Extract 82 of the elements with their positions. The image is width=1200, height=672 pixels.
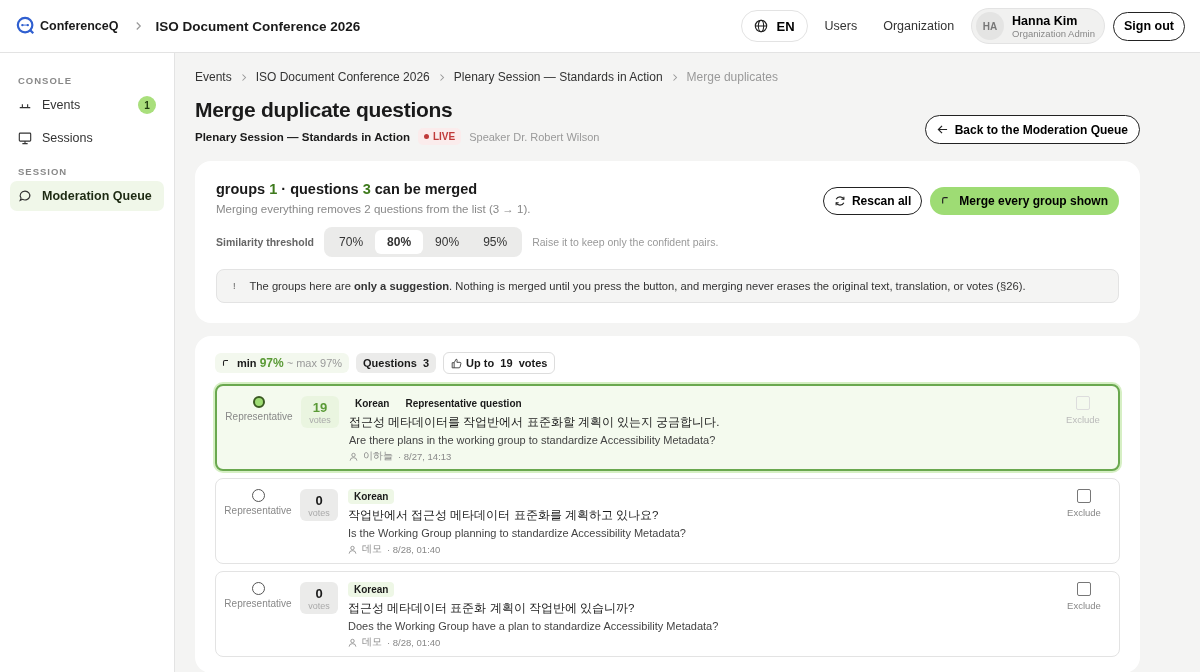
threshold-option[interactable]: 80% [375, 230, 424, 254]
question-text: 작업반에서 접근성 메타데이터 표준화를 계획하고 있나요? [348, 508, 660, 523]
radio-label: Representative [224, 505, 292, 516]
question-translation: Does the Working Group have a plan to standardize Accessibility Metadata? [348, 620, 720, 632]
nav-link[interactable]: Organization [874, 19, 964, 33]
exclude-label: Exclude [1067, 507, 1101, 518]
brand-name[interactable]: ConferenceQ [40, 19, 119, 33]
threshold-hint: Raise it to keep only the confident pairs. [532, 236, 719, 248]
sidebar-item[interactable]: Sessions [10, 123, 164, 153]
exclude-label: Exclude [1066, 414, 1100, 425]
user-name: Hanna Kim [1012, 13, 1079, 28]
radio-label: Representative [224, 598, 292, 609]
speaker-name: Speaker Dr. Robert Wilson [469, 130, 600, 143]
author-name: 데모 [362, 543, 382, 556]
radio-label: Representative [225, 411, 293, 422]
logo-icon [16, 16, 36, 36]
representative-radio[interactable] [253, 396, 265, 408]
spinner-icon [222, 358, 231, 368]
user-menu[interactable]: HA Hanna Kim Organization Admin [971, 8, 1105, 44]
monitor-icon [18, 131, 32, 145]
question-translation: Is the Working Group planning to standardize Accessibility Metadata? [348, 527, 687, 539]
nav-link[interactable]: Users [815, 19, 867, 33]
globe-icon [754, 19, 769, 33]
representative-tag: Representative question [399, 396, 528, 411]
threshold-option[interactable]: 95% [471, 230, 520, 254]
question-text: 접근성 메타데이터를 작업반에서 표준화할 계획이 있는지 궁금합니다. [349, 415, 721, 430]
questions-count-chip: Questions 3 [356, 353, 437, 373]
vote-count: 19 votes [301, 396, 339, 428]
sidebar-item[interactable]: Events 1 [10, 90, 164, 120]
summary-title: groups 1 · questions 3 can be merged [216, 181, 479, 197]
page-title: Merge duplicate questions [195, 98, 454, 122]
avatar: HA [976, 12, 1005, 40]
chevron-icon [134, 21, 142, 31]
back-button[interactable]: Back to the Moderation Queue [924, 115, 1140, 144]
rescan-button[interactable]: Rescan all [822, 187, 923, 215]
info-icon: ! [233, 281, 236, 291]
count-badge: 1 [138, 96, 156, 114]
question-translation: Are there plans in the working group to standardize Accessibility Metadata? [349, 434, 717, 446]
votes-chip: Up to 19 votes [443, 352, 556, 374]
similarity-chip: min 97% ~ max 97% [215, 353, 350, 373]
threshold-label: Similarity threshold [216, 236, 315, 248]
language-tag: Korean [349, 396, 396, 411]
live-badge: LIVE [417, 128, 462, 145]
chevron-icon [671, 72, 678, 82]
breadcrumb-link[interactable]: Events [195, 70, 232, 84]
timestamp: · 8/28, 01:40 [387, 544, 441, 555]
chevron-icon [240, 72, 247, 82]
author-name: 데모 [362, 636, 382, 649]
exclude-checkbox[interactable] [1077, 582, 1091, 596]
language-tag: Korean [348, 582, 395, 597]
exclude-checkbox[interactable] [1077, 489, 1091, 503]
thumbs-up-icon [451, 357, 463, 369]
user-role: Organization Admin [1012, 27, 1095, 39]
breadcrumb-link[interactable]: ISO Document Conference 2026 [255, 70, 430, 84]
language-button[interactable]: EN [741, 10, 808, 42]
session-name: Plenary Session — Standards in Action [195, 130, 410, 143]
merge-all-button[interactable]: Merge every group shown [930, 187, 1119, 215]
language-tag: Korean [348, 489, 395, 504]
notice-text: The groups here are only a suggestion. Nothing is merged until you press the button, and merging never erases the original text, translation, or votes (§26). [249, 280, 1026, 292]
arrow-left-icon [936, 124, 948, 135]
chat-icon [18, 189, 32, 203]
question-text: 접근성 메타데이터 표준화 계획이 작업반에 있습니까? [348, 601, 636, 616]
refresh-icon [833, 195, 846, 207]
author-name: 이하늘 [363, 450, 393, 463]
chevron-icon [438, 72, 445, 82]
person-icon [349, 452, 358, 461]
threshold-option[interactable]: 70% [327, 230, 376, 254]
event-title: ISO Document Conference 2026 [155, 18, 361, 34]
threshold-option[interactable]: 90% [423, 230, 472, 254]
person-icon [348, 545, 357, 554]
timestamp: · 8/27, 14:13 [398, 451, 452, 462]
vote-count: 0 votes [300, 489, 338, 521]
vote-count: 0 votes [300, 582, 338, 614]
section-heading: CONSOLE [17, 74, 73, 88]
person-icon [348, 638, 357, 647]
section-heading: SESSION [17, 165, 69, 179]
exclude-label: Exclude [1067, 600, 1101, 611]
breadcrumb-link[interactable]: Plenary Session — Standards in Action [453, 70, 663, 84]
sidebar-item[interactable]: Moderation Queue [10, 181, 164, 211]
sign-out-button[interactable]: Sign out [1113, 11, 1185, 41]
summary-description: Merging everything removes 2 questions from the list (3 → 1). [216, 203, 531, 215]
timestamp: · 8/28, 01:40 [387, 637, 441, 648]
